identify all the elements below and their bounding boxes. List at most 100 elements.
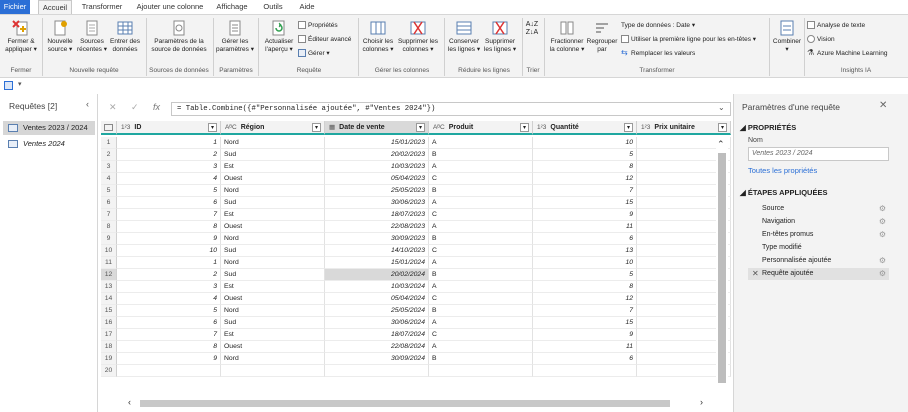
new-source-button[interactable]: Nouvelle source ▾: [45, 19, 75, 54]
table-cell[interactable]: 4: [117, 173, 221, 185]
filter-dropdown-icon[interactable]: ▾: [718, 123, 727, 132]
tab-view[interactable]: Affichage: [214, 0, 250, 14]
column-header[interactable]: 1²3 ID ▾: [117, 121, 221, 135]
table-cell[interactable]: 10: [533, 257, 637, 269]
table-cell[interactable]: 11: [533, 221, 637, 233]
table-cell[interactable]: Ouest: [221, 221, 325, 233]
table-cell[interactable]: B: [429, 185, 533, 197]
applied-step[interactable]: ✕ Requête ajoutée ⚙: [748, 268, 889, 280]
table-cell[interactable]: 30/09/2023: [325, 233, 429, 245]
table-cell[interactable]: 7: [117, 329, 221, 341]
table-cell[interactable]: [117, 365, 221, 377]
applied-step[interactable]: En-têtes promus ⚙: [748, 229, 889, 241]
table-cell[interactable]: 7: [533, 185, 637, 197]
scroll-up-icon[interactable]: ⌃: [717, 139, 725, 150]
table-cell[interactable]: 15: [533, 317, 637, 329]
column-header[interactable]: AᴮC Produit ▾: [429, 121, 533, 135]
close-apply-button[interactable]: Fermer & appliquer ▾: [3, 19, 39, 54]
table-cell[interactable]: 13: [533, 245, 637, 257]
scroll-thumb[interactable]: [140, 400, 670, 407]
table-cell[interactable]: A: [429, 161, 533, 173]
row-number[interactable]: 15: [101, 305, 117, 317]
table-cell[interactable]: 7: [117, 209, 221, 221]
table-cell[interactable]: 5: [117, 185, 221, 197]
query-item[interactable]: Ventes 2024: [3, 137, 95, 151]
recent-sources-button[interactable]: Sources récentes ▾: [77, 19, 107, 54]
table-cell[interactable]: A: [429, 257, 533, 269]
filter-dropdown-icon[interactable]: ▾: [312, 123, 321, 132]
applied-step[interactable]: Type modifié: [748, 242, 889, 254]
tab-help[interactable]: Aide: [295, 0, 319, 14]
scroll-right-icon[interactable]: ›: [700, 397, 703, 407]
table-row[interactable]: 13 3 Est 10/03/2024 A 8: [101, 281, 731, 293]
table-cell[interactable]: Nord: [221, 353, 325, 365]
table-row[interactable]: 16 6 Sud 30/06/2024 A 15: [101, 317, 731, 329]
horizontal-scrollbar[interactable]: ‹ ›: [128, 397, 718, 409]
table-cell[interactable]: 9: [117, 353, 221, 365]
row-number[interactable]: 8: [101, 221, 117, 233]
table-row[interactable]: 14 4 Ouest 05/04/2024 C 12: [101, 293, 731, 305]
gear-icon[interactable]: ⚙: [879, 203, 886, 215]
table-cell[interactable]: C: [429, 245, 533, 257]
table-cell[interactable]: 10/03/2023: [325, 161, 429, 173]
table-cell[interactable]: 25/05/2023: [325, 185, 429, 197]
table-cell[interactable]: 12: [533, 293, 637, 305]
filter-dropdown-icon[interactable]: ▾: [624, 123, 633, 132]
properties-section[interactable]: ◢ PROPRIÉTÉS: [740, 123, 796, 132]
delete-step-icon[interactable]: ✕: [752, 268, 759, 280]
tab-home[interactable]: Accueil: [38, 0, 72, 15]
table-cell[interactable]: A: [429, 317, 533, 329]
table-cell[interactable]: Est: [221, 281, 325, 293]
table-cell[interactable]: 6: [533, 233, 637, 245]
table-cell[interactable]: B: [429, 353, 533, 365]
table-cell[interactable]: A: [429, 341, 533, 353]
table-cell[interactable]: B: [429, 149, 533, 161]
remove-rows-button[interactable]: Supprimer les lignes ▾: [482, 19, 518, 54]
text-analysis-button[interactable]: Analyse de texte: [807, 21, 865, 31]
table-cell[interactable]: 6: [533, 353, 637, 365]
table-cell[interactable]: 15: [533, 197, 637, 209]
table-row[interactable]: 4 4 Ouest 05/04/2023 C 12: [101, 173, 731, 185]
table-cell[interactable]: Sud: [221, 197, 325, 209]
table-row[interactable]: 1 1 Nord 15/01/2023 A 10: [101, 137, 731, 149]
table-cell[interactable]: [221, 365, 325, 377]
gear-icon[interactable]: ⚙: [879, 255, 886, 267]
applied-step[interactable]: Source ⚙: [748, 203, 889, 215]
table-row[interactable]: 10 10 Sud 14/10/2023 C 13: [101, 245, 731, 257]
row-number[interactable]: 10: [101, 245, 117, 257]
query-name-input[interactable]: Ventes 2023 / 2024: [748, 147, 889, 161]
table-cell[interactable]: 8: [117, 341, 221, 353]
filter-dropdown-icon[interactable]: ▾: [208, 123, 217, 132]
table-cell[interactable]: B: [429, 305, 533, 317]
qat-dropdown-icon[interactable]: ▾: [18, 80, 22, 88]
table-cell[interactable]: 30/06/2023: [325, 197, 429, 209]
table-cell[interactable]: 4: [117, 293, 221, 305]
table-cell[interactable]: Est: [221, 161, 325, 173]
table-cell[interactable]: 12: [533, 173, 637, 185]
table-cell[interactable]: 6: [117, 197, 221, 209]
row-number[interactable]: 6: [101, 197, 117, 209]
table-cell[interactable]: A: [429, 221, 533, 233]
row-number[interactable]: 20: [101, 365, 117, 377]
table-cell[interactable]: 15/01/2024: [325, 257, 429, 269]
table-cell[interactable]: Ouest: [221, 341, 325, 353]
tab-transform[interactable]: Transformer: [80, 0, 124, 14]
row-number[interactable]: 2: [101, 149, 117, 161]
remove-columns-button[interactable]: Supprimer les colonnes ▾: [396, 19, 440, 54]
table-cell[interactable]: B: [429, 233, 533, 245]
tab-add-column[interactable]: Ajouter une colonne: [134, 0, 206, 14]
scroll-left-icon[interactable]: ‹: [128, 397, 131, 407]
vision-button[interactable]: Vision: [807, 35, 835, 45]
table-cell[interactable]: 18/07/2024: [325, 329, 429, 341]
row-number[interactable]: 16: [101, 317, 117, 329]
manage-button[interactable]: Gérer ▾: [298, 49, 330, 59]
table-cell[interactable]: 05/04/2024: [325, 293, 429, 305]
row-number[interactable]: 13: [101, 281, 117, 293]
table-cell[interactable]: Nord: [221, 233, 325, 245]
table-cell[interactable]: 9: [533, 209, 637, 221]
sort-button[interactable]: A↓Z Z↓A: [525, 21, 539, 37]
all-properties-link[interactable]: Toutes les propriétés: [748, 166, 817, 175]
column-type-icon[interactable]: ▦: [329, 121, 335, 134]
table-cell[interactable]: 30/06/2024: [325, 317, 429, 329]
row-number[interactable]: 4: [101, 173, 117, 185]
